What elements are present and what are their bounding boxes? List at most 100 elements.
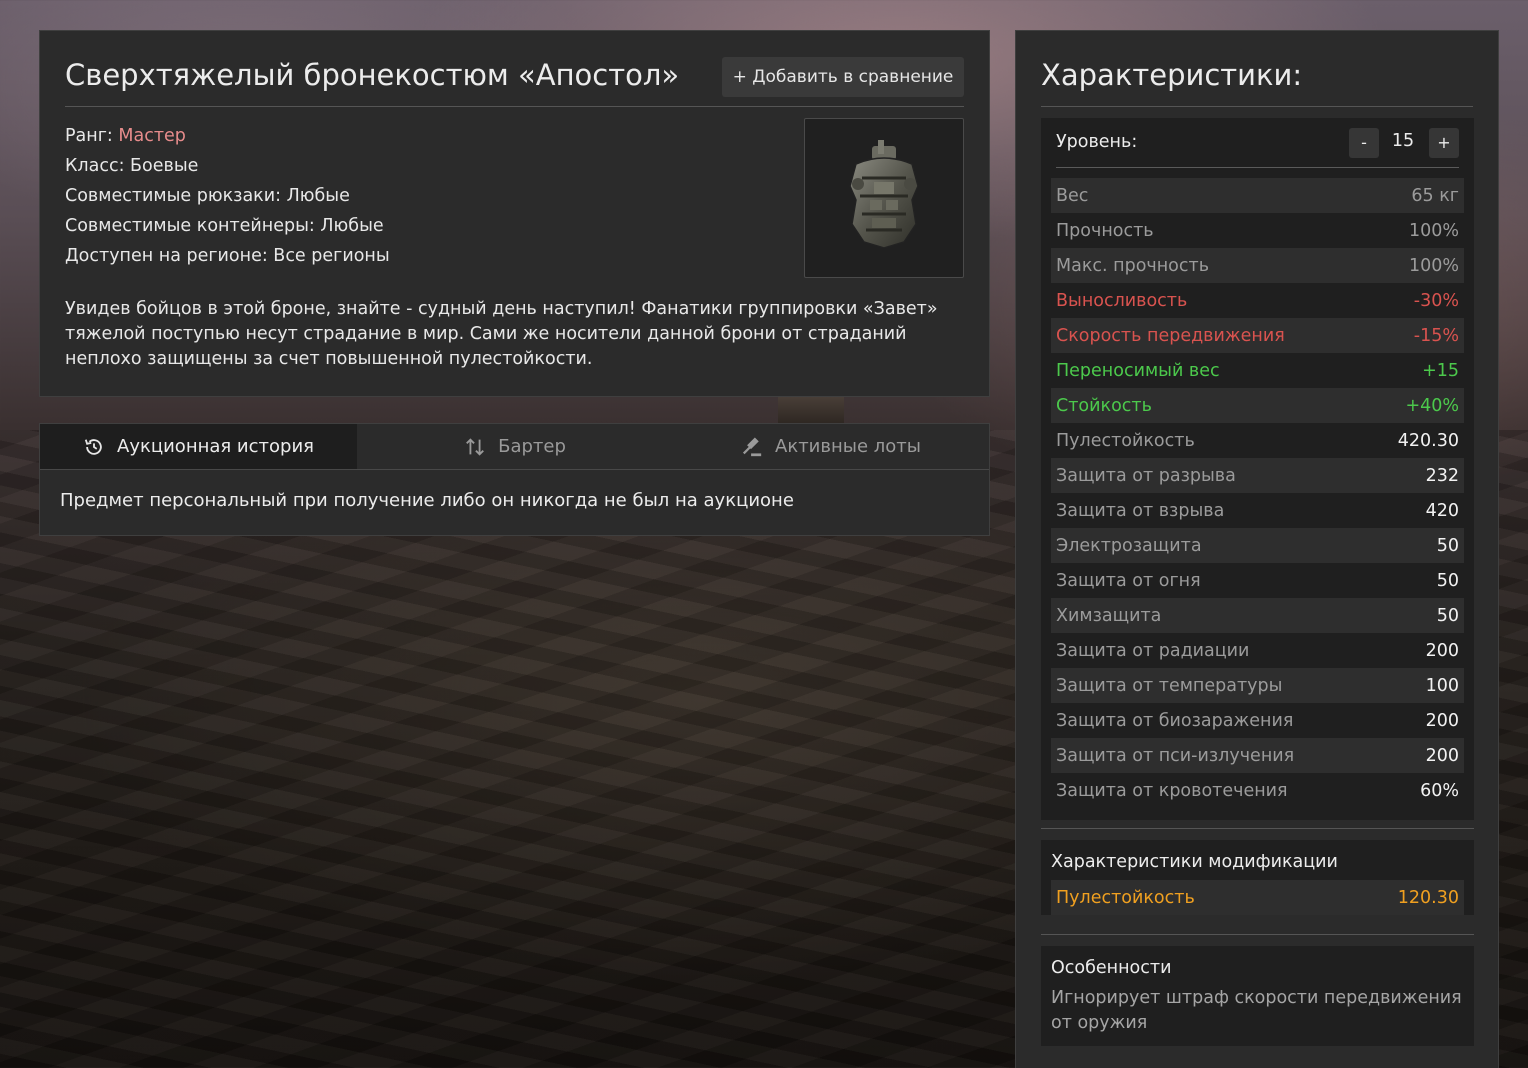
- stat-value: +15: [1422, 360, 1459, 381]
- stat-row: Пулестойкость 420.30: [1051, 423, 1464, 458]
- modification-value: 120.30: [1397, 887, 1459, 908]
- stat-value: 200: [1425, 745, 1459, 766]
- auction-tabs: Аукционная история Бартер Активные лоты: [40, 424, 989, 470]
- divider: [1041, 934, 1474, 935]
- stat-name: Скорость передвижения: [1056, 325, 1285, 346]
- stat-value: 60%: [1420, 780, 1459, 801]
- stats-panel: Характеристики: Уровень: - 15 + Вес 65 кг…: [1015, 30, 1499, 1068]
- level-row: Уровень: - 15 +: [1056, 118, 1459, 168]
- stat-row: Защита от взрыва 420: [1051, 493, 1464, 528]
- stat-row: Вес 65 кг: [1051, 178, 1464, 213]
- stat-name: Пулестойкость: [1056, 430, 1195, 451]
- features-title: Особенности: [1051, 958, 1172, 978]
- modification-row: Пулестойкость 120.30: [1051, 880, 1464, 915]
- modification-name: Пулестойкость: [1056, 887, 1195, 908]
- stat-value: 65 кг: [1411, 185, 1459, 206]
- stat-row: Электрозащита 50: [1051, 528, 1464, 563]
- class-line: Класс: Боевые: [65, 156, 199, 176]
- tab-label: Активные лоты: [775, 436, 921, 457]
- stat-list: Вес 65 кг Прочность 100% Макс. прочность 10…: [1051, 178, 1464, 808]
- stat-value: -30%: [1413, 290, 1459, 311]
- stat-row: Макс. прочность 100%: [1051, 248, 1464, 283]
- tab-label: Аукционная история: [117, 436, 314, 457]
- stat-row: Защита от радиации 200: [1051, 633, 1464, 668]
- armor-suit-image: [804, 118, 964, 278]
- level-value: 15: [1391, 131, 1415, 151]
- item-properties: Ранг: Мастер Класс: Боевые Совместимые р…: [65, 121, 390, 271]
- stat-name: Защита от разрыва: [1056, 465, 1236, 486]
- rank-value: Мастер: [118, 126, 186, 146]
- stats-title: Характеристики:: [1041, 55, 1473, 107]
- stat-value: 200: [1425, 710, 1459, 731]
- stat-row: Скорость передвижения -15%: [1051, 318, 1464, 353]
- divider: [1041, 828, 1474, 829]
- containers-line: Совместимые контейнеры: Любые: [65, 216, 384, 236]
- tab-auction-history[interactable]: Аукционная история: [40, 424, 357, 469]
- stat-value: 232: [1425, 465, 1459, 486]
- gavel-icon: [742, 436, 762, 456]
- stat-row: Прочность 100%: [1051, 213, 1464, 248]
- stat-row: Защита от температуры 100: [1051, 668, 1464, 703]
- stat-row: Выносливость -30%: [1051, 283, 1464, 318]
- level-decrease-button[interactable]: -: [1349, 128, 1379, 158]
- stat-row: Защита от биозаражения 200: [1051, 703, 1464, 738]
- add-to-compare-button[interactable]: + Добавить в сравнение: [722, 57, 964, 97]
- item-info-panel: Сверхтяжелый бронекостюм «Апостол» + Доб…: [39, 30, 990, 397]
- stat-value: +40%: [1405, 395, 1459, 416]
- item-title: Сверхтяжелый бронекостюм «Апостол»: [65, 58, 680, 92]
- stat-row: Защита от кровотечения 60%: [1051, 773, 1464, 808]
- swap-icon: [466, 437, 484, 456]
- stat-row: Защита от пси-излучения 200: [1051, 738, 1464, 773]
- stat-row: Защита от огня 50: [1051, 563, 1464, 598]
- stat-name: Электрозащита: [1056, 535, 1202, 556]
- stat-name: Переносимый вес: [1056, 360, 1220, 381]
- stat-name: Защита от взрыва: [1056, 500, 1225, 521]
- stat-name: Макс. прочность: [1056, 255, 1210, 276]
- main-stats-box: Уровень: - 15 + Вес 65 кг Прочность 100% М…: [1041, 118, 1474, 820]
- stat-value: 100%: [1408, 255, 1459, 276]
- stat-name: Выносливость: [1056, 290, 1188, 311]
- stat-value: 100%: [1408, 220, 1459, 241]
- stat-name: Защита от радиации: [1056, 640, 1250, 661]
- tab-active-lots[interactable]: Активные лоты: [673, 424, 989, 469]
- background-structure: [778, 396, 844, 426]
- stat-value: 200: [1425, 640, 1459, 661]
- level-increase-button[interactable]: +: [1429, 128, 1459, 158]
- stat-row: Защита от разрыва 232: [1051, 458, 1464, 493]
- item-header: Сверхтяжелый бронекостюм «Апостол» + Доб…: [65, 55, 964, 107]
- rank-label: Ранг:: [65, 126, 119, 146]
- item-description: Увидев бойцов в этой броне, знайте - суд…: [65, 299, 938, 369]
- history-icon: [84, 438, 102, 455]
- stat-name: Стойкость: [1056, 395, 1152, 416]
- auction-panel: Аукционная история Бартер Активные лоты …: [39, 423, 990, 536]
- region-line: Доступен на регионе: Все регионы: [65, 246, 390, 266]
- stat-value: 50: [1436, 535, 1459, 556]
- armor-suit-icon: [849, 140, 919, 249]
- stat-name: Защита от кровотечения: [1056, 780, 1288, 801]
- stat-value: 420: [1425, 500, 1459, 521]
- modification-title: Характеристики модификации: [1051, 852, 1338, 872]
- stat-name: Защита от температуры: [1056, 675, 1283, 696]
- stat-name: Защита от биозаражения: [1056, 710, 1294, 731]
- stat-value: 50: [1436, 605, 1459, 626]
- stat-name: Вес: [1056, 185, 1089, 206]
- features-text: Игнорирует штраф скорости передвижения о…: [1051, 988, 1462, 1033]
- stat-name: Прочность: [1056, 220, 1154, 241]
- stat-value: 420.30: [1397, 430, 1459, 451]
- stat-value: 100: [1425, 675, 1459, 696]
- stat-value: 50: [1436, 570, 1459, 591]
- modification-box: Характеристики модификации Пулестойкость…: [1041, 840, 1474, 915]
- stat-row: Переносимый вес +15: [1051, 353, 1464, 388]
- features-box: Особенности Игнорирует штраф скорости пе…: [1041, 946, 1474, 1046]
- stat-row: Стойкость +40%: [1051, 388, 1464, 423]
- stat-name: Защита от огня: [1056, 570, 1201, 591]
- auction-message: Предмет персональный при получение либо …: [60, 490, 794, 511]
- stat-name: Химзащита: [1056, 605, 1162, 626]
- stat-row: Химзащита 50: [1051, 598, 1464, 633]
- backpacks-line: Совместимые рюкзаки: Любые: [65, 186, 350, 206]
- tab-label: Бартер: [498, 436, 566, 457]
- stat-value: -15%: [1413, 325, 1459, 346]
- stat-name: Защита от пси-излучения: [1056, 745, 1295, 766]
- tab-barter[interactable]: Бартер: [357, 424, 673, 469]
- level-label: Уровень:: [1056, 132, 1138, 152]
